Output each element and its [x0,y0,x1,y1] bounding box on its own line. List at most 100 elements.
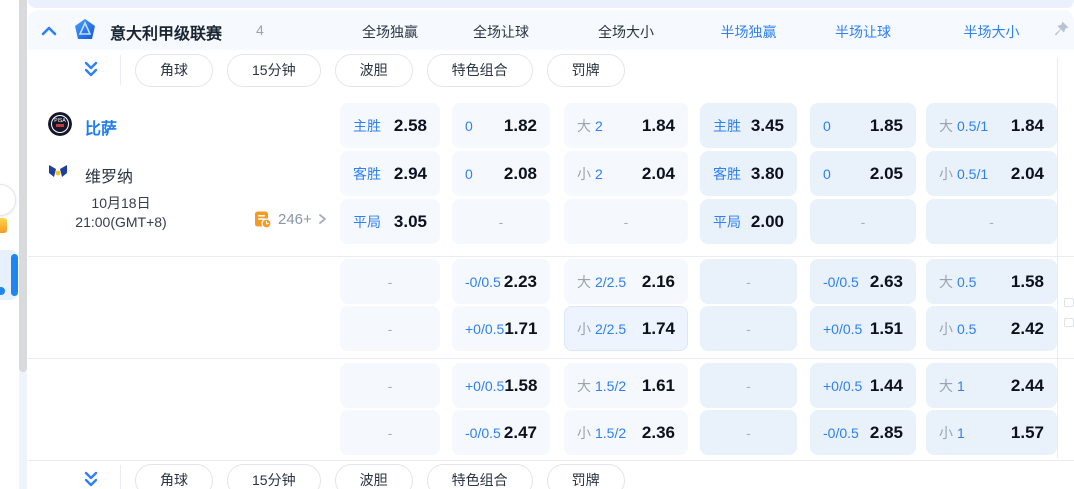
odds-row: 平局3.05--平局2.00-- [28,199,1074,244]
market-tab-pill[interactable]: 15分钟 [227,54,321,87]
odds-cell-empty: - [810,199,916,244]
odds-value: 2.58 [394,116,427,136]
odds-cell[interactable]: -0/0.52.85 [810,410,916,455]
odds-cell[interactable]: 小22.04 [564,151,688,196]
column-header-full-2[interactable]: 全场大小 [564,22,688,42]
odds-cell[interactable]: -0/0.52.47 [452,410,550,455]
odds-cell[interactable]: +0/0.51.71 [452,306,550,351]
odds-value: 3.80 [751,164,784,184]
odds-label: 大0.5 [939,272,976,292]
column-header-full-1[interactable]: 全场让球 [452,22,550,42]
odds-cell[interactable]: 小1.5/22.36 [564,410,688,455]
odds-cell-empty: - [926,199,1057,244]
market-tab-pill[interactable]: 波胆 [335,464,413,489]
market-tab-pill[interactable]: 特色组合 [427,464,533,489]
odds-cell[interactable]: +0/0.51.58 [452,363,550,408]
league-title: 意大利甲级联赛 [110,20,222,44]
section-divider [28,358,1074,359]
odds-label: 0 [465,118,473,134]
double-chevron-down-icon[interactable] [80,59,102,81]
odds-value: 2.00 [751,212,784,232]
odds-label-kind: 大 [939,378,953,394]
odds-cell[interactable]: 平局3.05 [340,199,440,244]
floating-spark-icon [0,218,7,233]
odds-label: 小2/2.5 [577,319,626,339]
odds-label: 0 [465,166,473,182]
odds-cell[interactable]: 02.08 [452,151,550,196]
odds-cell[interactable]: 大12.44 [926,363,1057,408]
column-header-half-4[interactable]: 半场让球 [810,22,916,42]
market-tab-pill[interactable]: 罚牌 [547,54,625,87]
odds-cell[interactable]: 01.85 [810,103,916,148]
odds-cell[interactable]: -0/0.52.63 [810,259,916,304]
odds-cell[interactable]: +0/0.51.51 [810,306,916,351]
divider [120,465,121,489]
market-tab-pill[interactable]: 角球 [135,464,213,489]
section-divider [28,256,1074,257]
odds-value: 2.08 [504,164,537,184]
odds-label: 0 [823,166,831,182]
odds-label: 小1.5/2 [577,423,626,443]
odds-label-kind: 大 [577,118,591,134]
odds-cell[interactable]: 客胜3.80 [700,151,797,196]
odds-value: 2.23 [504,272,537,292]
odds-value: 1.44 [870,376,903,396]
odds-cell[interactable]: 大1.5/21.61 [564,363,688,408]
odds-cell[interactable]: -0/0.52.23 [452,259,550,304]
odds-value: 1.84 [642,116,675,136]
market-tab-pill[interactable]: 角球 [135,54,213,87]
odds-cell[interactable]: 小0.5 2.42 [926,306,1057,351]
rail-mark-icon [1064,298,1074,307]
odds-cell[interactable]: 主胜3.45 [700,103,797,148]
odds-row: -+0/0.51.58大1.5/21.61-+0/0.51.44大12.44 [28,363,1074,408]
odds-dash: - [499,214,504,230]
odds-value: 2.63 [870,272,903,292]
odds-row: 主胜2.5801.82大21.84主胜3.4501.85大0.5/11.84 [28,103,1074,148]
odds-cell[interactable]: 小11.57 [926,410,1057,455]
odds-label: 大2 [577,116,603,136]
odds-label-kind: 大 [939,118,953,134]
odds-value: 1.58 [1011,272,1044,292]
odds-label: 小0.5 [939,319,976,339]
column-header-half-5[interactable]: 半场大小 [926,22,1057,42]
odds-value: 1.82 [504,116,537,136]
odds-cell[interactable]: 平局2.00 [700,199,797,244]
odds-label: 大1 [939,376,965,396]
market-tab-pill[interactable]: 波胆 [335,54,413,87]
odds-cell[interactable]: 小0.5/12.04 [926,151,1057,196]
column-header-half-3[interactable]: 半场独赢 [700,22,797,42]
odds-cell[interactable]: 大2 1.84 [564,103,688,148]
odds-label-kind: 小 [939,166,953,182]
double-chevron-down-icon[interactable] [80,469,102,489]
market-tab-pill[interactable]: 罚牌 [547,464,625,489]
odds-value: 3.05 [394,212,427,232]
odds-label: -0/0.5 [465,274,501,290]
odds-cell[interactable]: 01.82 [452,103,550,148]
odds-value: 1.71 [504,319,537,339]
floating-widget-fragment[interactable] [0,184,16,216]
league-card: 意大利甲级联赛 4 全场独赢全场让球全场大小半场独赢半场让球半场大小 角球15分… [28,10,1074,489]
odds-cell-empty: - [340,306,440,351]
odds-cell[interactable]: 主胜2.58 [340,103,440,148]
market-tab-pill[interactable]: 特色组合 [427,54,533,87]
market-tab-pill[interactable]: 15分钟 [227,464,321,489]
side-drawer-accent [11,254,18,296]
odds-cell[interactable]: +0/0.51.44 [810,363,916,408]
scrollbar-thumb[interactable] [19,0,27,372]
odds-dash: - [624,214,629,230]
odds-cell[interactable]: 大2/2.52.16 [564,259,688,304]
column-header-full-0[interactable]: 全场独赢 [340,22,440,42]
odds-cell[interactable]: 小2/2.51.74 [564,306,688,351]
odds-value: 1.84 [1011,116,1044,136]
odds-cell[interactable]: 客胜2.94 [340,151,440,196]
odds-value: 1.61 [642,376,675,396]
pin-icon[interactable] [1052,20,1070,38]
odds-cell[interactable]: 大0.5 1.58 [926,259,1057,304]
odds-cell[interactable]: 02.05 [810,151,916,196]
odds-label: -0/0.5 [465,425,501,441]
odds-label: 0 [823,118,831,134]
odds-value: 2.42 [1011,319,1044,339]
odds-cell[interactable]: 大0.5/11.84 [926,103,1057,148]
odds-row: --0/0.52.23大2/2.52.16--0/0.52.63大0.51.58 [28,259,1074,304]
chevron-up-icon[interactable] [38,20,60,42]
